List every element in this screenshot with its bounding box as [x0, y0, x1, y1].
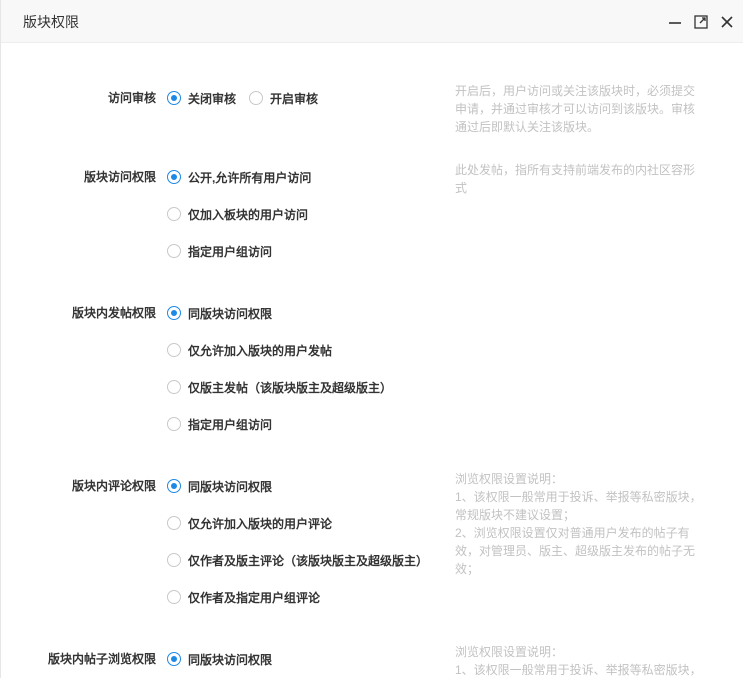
radio-checked-icon: [167, 479, 181, 493]
comment-label: 版块内评论权限: [71, 479, 156, 493]
access-help-text: 此处发帖，指所有支持前端发布的内社区容形 式: [455, 163, 696, 195]
maximize-icon: [694, 15, 708, 29]
title-bar: 版块权限: [1, 0, 743, 43]
access-option-members[interactable]: 仅加入板块的用户访问: [167, 205, 308, 223]
browse-option-same[interactable]: 同版块访问权限: [167, 650, 272, 668]
radio-label: 指定用户组访问: [188, 417, 273, 432]
radio-checked-icon: [167, 652, 181, 666]
radio-label: 同版块访问权限: [188, 479, 273, 494]
radio-label: 开启审核: [270, 91, 319, 106]
access-label: 版块访问权限: [83, 170, 156, 184]
post-option-moderators[interactable]: 仅版主发帖（该版块版主及超级版主）: [167, 378, 392, 396]
radio-label: 关闭审核: [188, 91, 237, 106]
post-label: 版块内发帖权限: [71, 306, 156, 320]
comment-option-same[interactable]: 同版块访问权限: [167, 477, 272, 495]
radio-checked-icon: [167, 170, 181, 184]
comment-help-text: 浏览权限设置说明： 1、该权限一般常用于投诉、举报等私密版块， 常规版块不建议设…: [455, 472, 702, 576]
radio-label: 公开,允许所有用户访问: [188, 170, 312, 185]
radio-checked-icon: [167, 91, 181, 105]
comment-option-members[interactable]: 仅允许加入版块的用户评论: [167, 514, 332, 532]
radio-label: 指定用户组访问: [188, 244, 273, 259]
maximize-button[interactable]: [693, 14, 709, 30]
minimize-icon: [669, 22, 681, 24]
access-option-public[interactable]: 公开,允许所有用户访问: [167, 168, 311, 186]
radio-label: 同版块访问权限: [188, 306, 273, 321]
radio-unchecked-icon: [167, 343, 181, 357]
radio-unchecked-icon: [167, 590, 181, 604]
radio-label: 仅版主发帖（该版块版主及超级版主）: [188, 380, 393, 395]
radio-unchecked-icon: [167, 380, 181, 394]
close-icon: [721, 16, 733, 28]
radio-label: 仅允许加入版块的用户发帖: [188, 343, 333, 358]
post-option-same[interactable]: 同版块访问权限: [167, 304, 272, 322]
comment-option-author-moderators[interactable]: 仅作者及版主评论（该版块版主及超级版主）: [167, 551, 428, 569]
radio-label: 仅作者及指定用户组评论: [188, 590, 321, 605]
access-option-groups[interactable]: 指定用户组访问: [167, 242, 272, 260]
radio-label: 同版块访问权限: [188, 652, 273, 667]
radio-label: 仅加入板块的用户访问: [188, 207, 309, 222]
permissions-dialog: 版块权限 访问审核 关闭审核 开启审核 开启后，用户访问或关注该版块时，必须提交…: [0, 0, 743, 678]
radio-unchecked-icon: [167, 553, 181, 567]
review-label: 访问审核: [107, 91, 156, 105]
radio-checked-icon: [167, 306, 181, 320]
review-option-open[interactable]: 开启审核: [249, 89, 318, 107]
minimize-button[interactable]: [667, 14, 683, 30]
browse-help-text: 浏览权限设置说明： 1、该权限一般常用于投诉、举报等私密版块，: [455, 645, 702, 677]
radio-unchecked-icon: [167, 207, 181, 221]
review-option-close[interactable]: 关闭审核: [167, 89, 236, 107]
dialog-title: 版块权限: [23, 14, 79, 30]
radio-unchecked-icon: [167, 417, 181, 431]
radio-unchecked-icon: [167, 244, 181, 258]
post-option-members[interactable]: 仅允许加入版块的用户发帖: [167, 341, 332, 359]
radio-unchecked-icon: [249, 91, 263, 105]
post-option-groups[interactable]: 指定用户组访问: [167, 415, 272, 433]
browse-label: 版块内帖子浏览权限: [47, 652, 156, 666]
comment-option-author-groups[interactable]: 仅作者及指定用户组评论: [167, 588, 320, 606]
radio-unchecked-icon: [167, 516, 181, 530]
radio-label: 仅作者及版主评论（该版块版主及超级版主）: [188, 553, 429, 568]
dialog-content: 访问审核 关闭审核 开启审核 开启后，用户访问或关注该版块时，必须提交 申请，并…: [1, 44, 743, 678]
close-button[interactable]: [719, 14, 735, 30]
radio-label: 仅允许加入版块的用户评论: [188, 516, 333, 531]
review-help-text: 开启后，用户访问或关注该版块时，必须提交 申请，并通过审核才可以访问到该版块。审…: [455, 84, 696, 134]
